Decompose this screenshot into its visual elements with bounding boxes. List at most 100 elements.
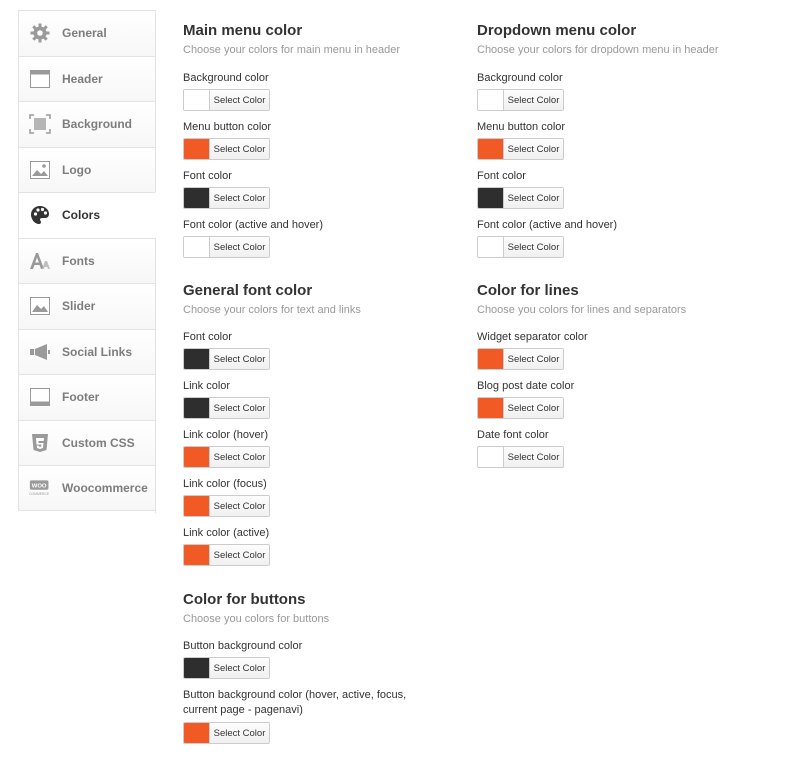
sidebar-item-label: Background (62, 117, 133, 132)
color-picker[interactable]: Select Color (183, 397, 270, 419)
sidebar-item-footer[interactable]: Footer (18, 374, 155, 420)
field-label: Blog post date color (477, 380, 575, 392)
field-label: Font color (477, 170, 526, 182)
lines-color-section: Color for lines Choose you colors for li… (477, 282, 767, 472)
color-picker[interactable]: Select Color (477, 348, 564, 370)
color-swatch[interactable] (478, 90, 504, 110)
color-swatch[interactable] (478, 398, 504, 418)
css3-icon (29, 432, 51, 454)
color-picker[interactable]: Select Color (477, 397, 564, 419)
color-field: Background color Select Color (477, 71, 564, 111)
color-picker[interactable]: Select Color (477, 89, 564, 111)
color-picker[interactable]: Select Color (183, 495, 270, 517)
select-color-button[interactable]: Select Color (504, 398, 563, 418)
color-picker[interactable]: Select Color (477, 446, 564, 468)
field-label: Font color (183, 331, 232, 343)
select-color-button[interactable]: Select Color (210, 496, 269, 516)
select-color-button[interactable]: Select Color (210, 545, 269, 565)
select-color-button[interactable]: Select Color (504, 139, 563, 159)
sidebar-item-general[interactable]: General (18, 10, 155, 56)
color-picker[interactable]: Select Color (477, 187, 564, 209)
select-color-button[interactable]: Select Color (210, 237, 269, 257)
color-swatch[interactable] (478, 349, 504, 369)
buttons-color-section: Color for buttons Choose you colors for … (183, 591, 453, 751)
section-subtitle: Choose your colors for dropdown menu in … (477, 44, 719, 56)
font-icon (29, 250, 51, 272)
color-field: Font color Select Color (477, 169, 564, 209)
color-picker[interactable]: Select Color (477, 138, 564, 160)
color-swatch[interactable] (184, 90, 210, 110)
sidebar-item-logo[interactable]: Logo (18, 146, 155, 192)
select-color-button[interactable]: Select Color (210, 139, 269, 159)
select-color-button[interactable]: Select Color (210, 447, 269, 467)
color-field: Button background color (hover, active, … (183, 688, 406, 744)
color-picker[interactable]: Select Color (183, 544, 270, 566)
select-color-button[interactable]: Select Color (504, 447, 563, 467)
color-field: Font color (active and hover) Select Col… (183, 218, 323, 258)
color-picker[interactable]: Select Color (183, 89, 270, 111)
select-color-button[interactable]: Select Color (210, 90, 269, 110)
color-picker[interactable]: Select Color (183, 187, 270, 209)
color-swatch[interactable] (184, 139, 210, 159)
color-picker[interactable]: Select Color (183, 138, 270, 160)
sidebar-item-slider[interactable]: Slider (18, 283, 155, 329)
color-swatch[interactable] (184, 398, 210, 418)
select-color-button[interactable]: Select Color (210, 398, 269, 418)
sidebar-item-label: Woocommerce (62, 480, 148, 495)
color-picker[interactable]: Select Color (477, 236, 564, 258)
sidebar-item-background[interactable]: Background (18, 101, 155, 147)
color-picker[interactable]: Select Color (183, 657, 270, 679)
select-color-button[interactable]: Select Color (210, 723, 269, 743)
color-swatch[interactable] (184, 447, 210, 467)
color-picker[interactable]: Select Color (183, 348, 270, 370)
megaphone-icon (29, 341, 51, 363)
svg-text:COMMERCE: COMMERCE (29, 492, 50, 496)
select-color-button[interactable]: Select Color (210, 349, 269, 369)
select-color-button[interactable]: Select Color (504, 188, 563, 208)
field-label: Link color (183, 380, 231, 392)
color-picker[interactable]: Select Color (183, 446, 270, 468)
color-field: Background color Select Color (183, 71, 270, 111)
color-swatch[interactable] (478, 188, 504, 208)
color-swatch[interactable] (184, 723, 210, 743)
sidebar-item-label: Colors (62, 208, 101, 223)
palette-icon (29, 204, 51, 226)
sidebar-item-colors[interactable]: Colors (18, 192, 156, 238)
color-swatch[interactable] (478, 237, 504, 257)
sidebar-item-label: Custom CSS (62, 435, 135, 450)
field-label: Link color (focus) (183, 478, 267, 490)
color-field: Font color (active and hover) Select Col… (477, 218, 617, 258)
color-swatch[interactable] (478, 447, 504, 467)
footer-icon (29, 386, 51, 408)
sidebar-item-custom-css[interactable]: Custom CSS (18, 419, 155, 465)
header-icon (29, 68, 51, 90)
gear-icon (29, 22, 51, 44)
main-menu-color-section: Main menu color Choose your colors for m… (183, 22, 453, 262)
color-field: Button background color Select Color (183, 639, 302, 679)
color-field: Font color Select Color (183, 169, 270, 209)
color-swatch[interactable] (478, 139, 504, 159)
color-swatch[interactable] (184, 349, 210, 369)
settings-sidebar: General Header Background Logo Colors Fo… (18, 10, 156, 513)
sidebar-item-fonts[interactable]: Fonts (18, 237, 155, 283)
sidebar-item-social-links[interactable]: Social Links (18, 328, 155, 374)
dropdown-menu-color-section: Dropdown menu color Choose your colors f… (477, 22, 767, 262)
color-picker[interactable]: Select Color (183, 236, 270, 258)
color-picker[interactable]: Select Color (183, 722, 270, 744)
color-field: Date font color Select Color (477, 428, 564, 468)
select-color-button[interactable]: Select Color (504, 90, 563, 110)
color-swatch[interactable] (184, 237, 210, 257)
color-swatch[interactable] (184, 658, 210, 678)
section-subtitle: Choose you colors for lines and separato… (477, 304, 687, 316)
select-color-button[interactable]: Select Color (504, 237, 563, 257)
select-color-button[interactable]: Select Color (504, 349, 563, 369)
color-swatch[interactable] (184, 496, 210, 516)
general-font-color-section: General font color Choose your colors fo… (183, 282, 453, 572)
color-swatch[interactable] (184, 188, 210, 208)
color-swatch[interactable] (184, 545, 210, 565)
sidebar-item-woocommerce[interactable]: WOO COMMERCE Woocommerce (18, 465, 155, 511)
select-color-button[interactable]: Select Color (210, 658, 269, 678)
sidebar-item-header[interactable]: Header (18, 55, 155, 101)
slider-icon (29, 295, 51, 317)
select-color-button[interactable]: Select Color (210, 188, 269, 208)
